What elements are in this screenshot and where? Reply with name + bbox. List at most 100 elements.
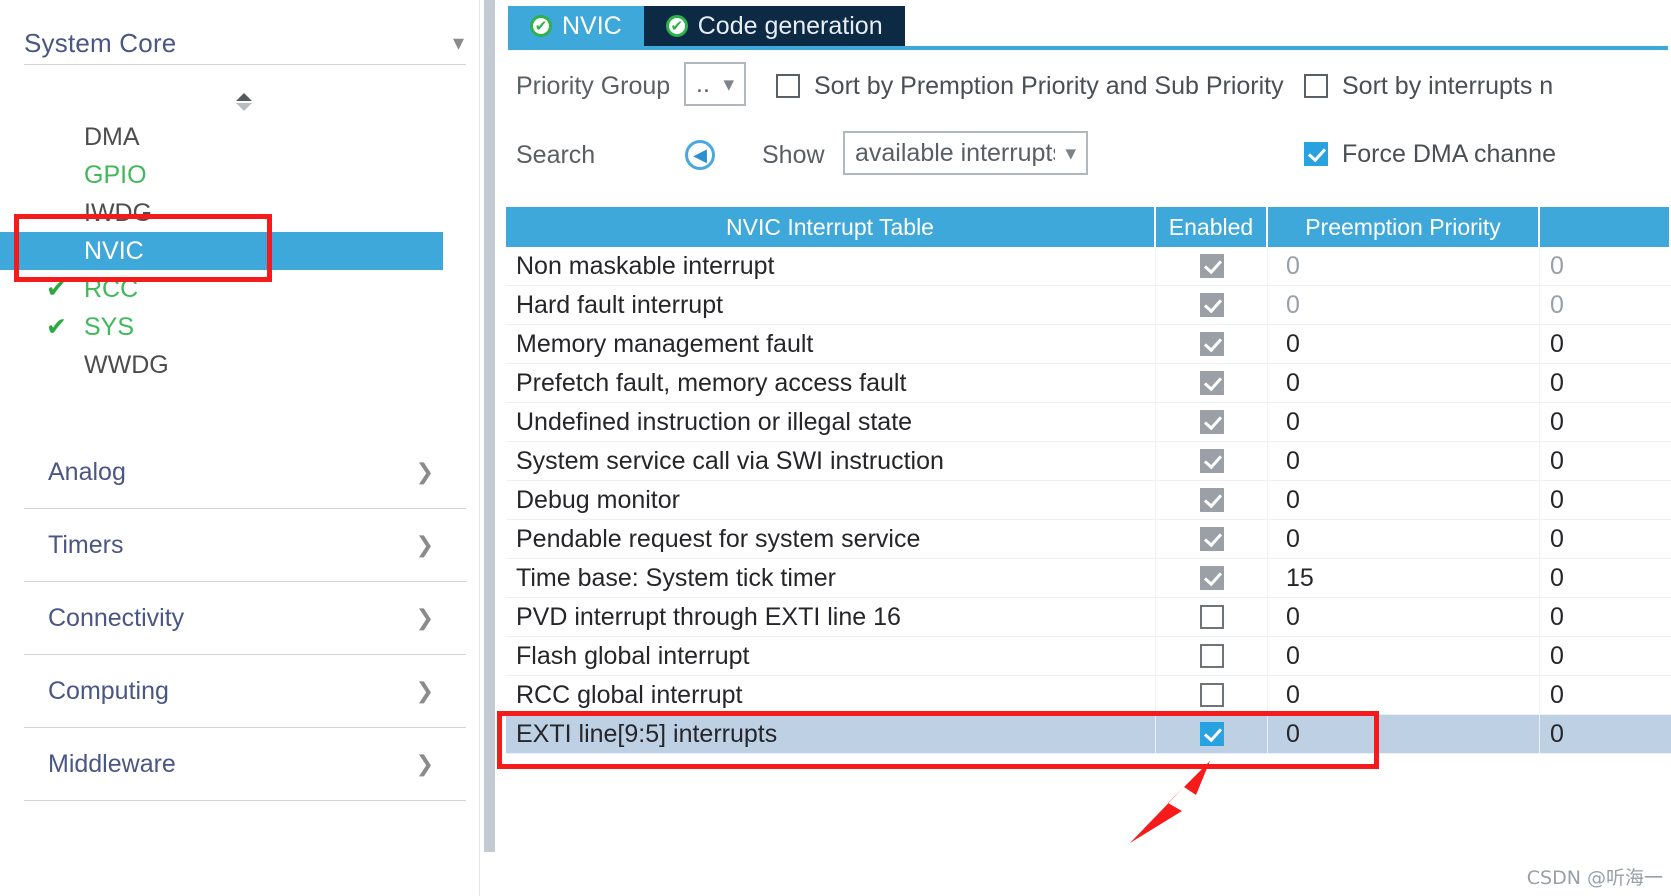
- caret-down-icon[interactable]: [236, 103, 252, 111]
- chevron-right-icon[interactable]: ❯: [416, 459, 466, 485]
- preemption-priority-value[interactable]: 0: [1268, 715, 1540, 753]
- table-row[interactable]: System service call via SWI instruction 0…: [506, 442, 1671, 481]
- enabled-cell[interactable]: [1156, 286, 1268, 324]
- table-row[interactable]: Flash global interrupt 0 0: [506, 637, 1671, 676]
- circle-left-arrow-icon[interactable]: ◀: [685, 140, 715, 170]
- preemption-priority-value[interactable]: 0: [1268, 325, 1540, 363]
- sidebar-group-middleware[interactable]: Middleware ❯: [24, 728, 466, 801]
- chevron-right-icon[interactable]: ❯: [416, 605, 466, 631]
- chevron-down-icon[interactable]: ▾: [453, 32, 464, 54]
- enabled-cell[interactable]: [1156, 676, 1268, 714]
- preemption-priority-value[interactable]: 0: [1268, 481, 1540, 519]
- column-header-1[interactable]: Enabled: [1156, 207, 1268, 247]
- enabled-cell[interactable]: [1156, 403, 1268, 441]
- config-pane: ✔ NVIC ✔ Code generation Priority Group .. …: [498, 0, 1671, 896]
- sort-interrupts-checkbox[interactable]: [1304, 74, 1328, 98]
- enabled-cell[interactable]: [1156, 715, 1268, 753]
- table-row[interactable]: Prefetch fault, memory access fault 0 0: [506, 364, 1671, 403]
- chevron-right-icon[interactable]: ❯: [416, 532, 466, 558]
- sidebar-item-wwdg[interactable]: WWDG: [0, 346, 480, 384]
- chevron-right-icon[interactable]: ❯: [416, 751, 466, 777]
- preemption-priority-value[interactable]: 0: [1268, 403, 1540, 441]
- table-row[interactable]: EXTI line[9:5] interrupts 0 0: [506, 715, 1671, 754]
- sidebar-group-timers[interactable]: Timers ❯: [24, 509, 466, 582]
- tab-label: NVIC: [562, 11, 622, 40]
- sub-priority-value[interactable]: 0: [1540, 286, 1671, 324]
- enabled-cell[interactable]: [1156, 598, 1268, 636]
- table-row[interactable]: RCC global interrupt 0 0: [506, 676, 1671, 715]
- scroll-spinner[interactable]: [232, 88, 256, 116]
- table-row[interactable]: Memory management fault 0 0: [506, 325, 1671, 364]
- splitter-bar[interactable]: [484, 0, 495, 852]
- enabled-checkbox[interactable]: [1199, 644, 1224, 668]
- preemption-priority-value[interactable]: 0: [1268, 637, 1540, 675]
- sidebar-item-dma[interactable]: DMA: [0, 118, 480, 156]
- enabled-cell[interactable]: [1156, 442, 1268, 480]
- preemption-priority-value[interactable]: 0: [1268, 676, 1540, 714]
- sidebar-group-connectivity[interactable]: Connectivity ❯: [24, 582, 466, 655]
- enabled-checkbox: [1199, 410, 1224, 434]
- table-row[interactable]: Non maskable interrupt 0 0: [506, 247, 1671, 286]
- interrupt-name: Pendable request for system service: [506, 520, 1156, 558]
- sidebar-divider: [24, 64, 466, 65]
- sub-priority-value[interactable]: 0: [1540, 637, 1671, 675]
- sidebar-item-nvic[interactable]: NVIC: [0, 232, 443, 270]
- sort-premption-checkbox[interactable]: [776, 74, 800, 98]
- sub-priority-value[interactable]: 0: [1540, 481, 1671, 519]
- priority-group-select[interactable]: .. ▾: [684, 62, 746, 106]
- sidebar-item-sys[interactable]: ✔ SYS: [0, 308, 480, 346]
- sidebar-group-analog[interactable]: Analog ❯: [24, 436, 466, 509]
- enabled-checkbox[interactable]: [1199, 683, 1224, 707]
- preemption-priority-value[interactable]: 0: [1268, 520, 1540, 558]
- enabled-cell[interactable]: [1156, 247, 1268, 285]
- table-row[interactable]: Hard fault interrupt 0 0: [506, 286, 1671, 325]
- enabled-cell[interactable]: [1156, 325, 1268, 363]
- pane-splitter[interactable]: [481, 0, 498, 896]
- sub-priority-value[interactable]: 0: [1540, 364, 1671, 402]
- enabled-cell[interactable]: [1156, 637, 1268, 675]
- table-row[interactable]: Time base: System tick timer 15 0: [506, 559, 1671, 598]
- table-row[interactable]: Debug monitor 0 0: [506, 481, 1671, 520]
- sidebar-item-iwdg[interactable]: IWDG: [0, 194, 480, 232]
- sub-priority-value[interactable]: 0: [1540, 715, 1671, 753]
- enabled-checkbox[interactable]: [1199, 722, 1224, 746]
- column-header-0[interactable]: NVIC Interrupt Table: [506, 207, 1156, 247]
- enabled-cell[interactable]: [1156, 520, 1268, 558]
- sub-priority-value[interactable]: 0: [1540, 403, 1671, 441]
- sub-priority-value[interactable]: 0: [1540, 676, 1671, 714]
- sub-priority-value[interactable]: 0: [1540, 442, 1671, 480]
- sub-priority-value[interactable]: 0: [1540, 520, 1671, 558]
- sub-priority-value[interactable]: 0: [1540, 559, 1671, 597]
- sidebar-group-computing[interactable]: Computing ❯: [24, 655, 466, 728]
- sidebar-item-rcc[interactable]: ✔ RCC: [0, 270, 480, 308]
- enabled-cell[interactable]: [1156, 559, 1268, 597]
- sidebar-item-gpio[interactable]: GPIO: [0, 156, 480, 194]
- table-row[interactable]: Undefined instruction or illegal state 0 0: [506, 403, 1671, 442]
- sub-priority-value[interactable]: 0: [1540, 325, 1671, 363]
- preemption-priority-value[interactable]: 0: [1268, 364, 1540, 402]
- enabled-checkbox[interactable]: [1199, 605, 1224, 629]
- sidebar-group-label: Connectivity: [48, 603, 185, 632]
- preemption-priority-value[interactable]: 15: [1268, 559, 1540, 597]
- preemption-priority-value[interactable]: 0: [1268, 598, 1540, 636]
- tab-code-generation[interactable]: ✔ Code generation: [643, 6, 905, 46]
- column-header-2[interactable]: Preemption Priority: [1268, 207, 1540, 247]
- preemption-priority-value[interactable]: 0: [1268, 286, 1540, 324]
- column-header-3[interactable]: [1540, 207, 1671, 247]
- enabled-cell[interactable]: [1156, 364, 1268, 402]
- show-select[interactable]: available interrupts ▾: [843, 131, 1088, 175]
- sub-priority-value[interactable]: 0: [1540, 598, 1671, 636]
- preemption-priority-value[interactable]: 0: [1268, 247, 1540, 285]
- tab-nvic[interactable]: ✔ NVIC: [508, 6, 644, 46]
- chevron-right-icon[interactable]: ❯: [416, 678, 466, 704]
- caret-up-icon[interactable]: [236, 93, 252, 101]
- enabled-cell[interactable]: [1156, 481, 1268, 519]
- sidebar-item-label: GPIO: [84, 161, 147, 189]
- preemption-priority-value[interactable]: 0: [1268, 442, 1540, 480]
- force-dma-checkbox[interactable]: [1304, 142, 1328, 166]
- table-row[interactable]: Pendable request for system service 0 0: [506, 520, 1671, 559]
- table-row[interactable]: PVD interrupt through EXTI line 16 0 0: [506, 598, 1671, 637]
- sidebar-group-label: Timers: [48, 530, 124, 559]
- sub-priority-value[interactable]: 0: [1540, 247, 1671, 285]
- sidebar-section-system-core[interactable]: System Core ▾: [24, 20, 464, 66]
